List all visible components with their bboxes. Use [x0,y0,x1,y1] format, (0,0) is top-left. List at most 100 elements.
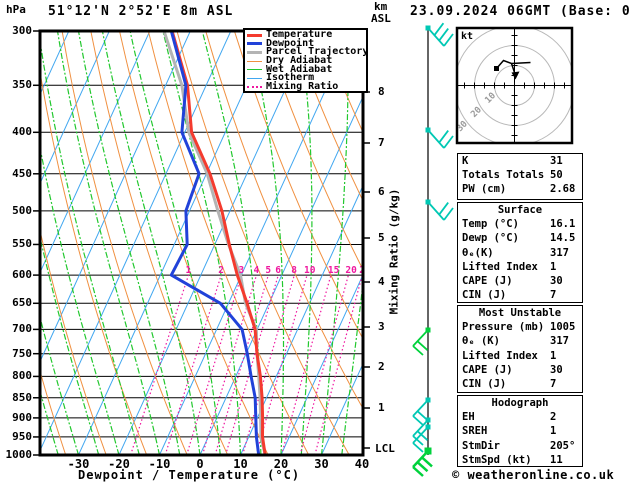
table-row: θₑ (K) 317 [458,334,582,348]
row-label: Totals Totals [462,169,545,182]
row-value: 2.68 [550,183,576,196]
table-row: StmSpd (kt) 11 [458,453,582,467]
wind-barb-0 [425,22,454,47]
table-row: EH 2 [458,410,582,424]
pressure-label-950: 950 [12,429,32,443]
row-value: 11 [550,453,563,466]
row-value: 14.5 [550,232,576,245]
pressure-label-400: 400 [12,125,32,139]
table-row: K 31 [458,154,582,168]
hodo-ring-label-20: 20 [469,105,484,120]
row-value: 30 [550,363,563,376]
wind-barb-feather [416,340,429,351]
km-label-4: 4 [378,275,385,288]
wind-barb-column [412,22,454,477]
row-label: Lifted Index [462,260,538,273]
row-label: Dewp (°C) [462,232,519,245]
row-label: StmDir [462,439,500,452]
pressure-label-500: 500 [12,203,32,217]
mixing-ratio-label-1: 1 [185,265,191,276]
km-label-5: 5 [378,231,385,244]
pressure-label-450: 450 [12,166,32,180]
pressure-label-650: 650 [12,296,32,310]
hodograph-unit-label: kt [461,31,474,42]
table-row: Lifted Index 1 [458,260,582,274]
pressure-label-850: 850 [12,390,32,404]
row-value: 1 [550,349,557,362]
legend-swatch [247,60,262,62]
mixing-ratio-label-8: 8 [291,265,297,276]
mixing-ratio-label-20: 20 [345,265,357,276]
wind-barb-feather [438,202,449,216]
table-indices: K 31 Totals Totals 50 PW (cm) 2.68 [457,153,583,200]
table-row: CIN (J) 7 [458,377,582,391]
km-label-3: 3 [378,320,385,333]
wind-barb-feather [438,28,449,42]
asl-label: ASL [371,12,391,25]
temp-axis-title: Dewpoint / Temperature (°C) [78,468,301,482]
wind-barb-feather [412,415,424,426]
table-title-surface: Surface [497,204,543,216]
row-label: θₑ(K) [462,246,494,259]
table-title-most-unstable: Most Unstable [478,307,562,319]
mixing-ratio-label-6: 6 [275,265,281,276]
km-label-1: 1 [378,401,385,414]
legend-swatch [247,33,262,37]
datetime-title: 23.09.2024 06GMT (Base: 00) [410,4,629,19]
temp-label-30: 30 [314,457,329,471]
pressure-gridlines [40,84,363,438]
legend-swatch [247,42,262,46]
pressure-label-550: 550 [12,237,32,251]
row-value: 317 [550,335,569,348]
table-row: Temp (°C) 16.1 [458,217,582,231]
pressure-label-700: 700 [12,322,32,336]
table-row: Dewp (°C) 14.5 [458,231,582,245]
table-row: Totals Totals 50 [458,168,582,182]
wind-barb-1 [425,127,454,149]
row-label: PW (cm) [462,183,507,196]
hodo-trace-start-marker [494,66,499,71]
row-label: θₑ (K) [462,335,500,348]
legend-swatch [247,50,262,54]
table-row: CAPE (J) 30 [458,363,582,377]
table-row: CAPE (J) 30 [458,274,582,288]
station-title: 51°12'N 2°52'E 8m ASL [48,4,234,19]
row-label: Temp (°C) [462,218,519,231]
km-label-8: 8 [378,85,385,98]
pressure-label-750: 750 [12,346,32,360]
wind-barb-feather [412,466,424,477]
mixing-ratio-label-10: 10 [304,265,316,276]
mixing-ratio-label-4: 4 [253,265,259,276]
dry-adiabat-340 [263,32,362,269]
wet-adiabat--10 [57,32,160,454]
wet-adiabat-30 [321,32,349,454]
isotherm-10 [240,186,362,454]
row-value: 30 [550,274,563,287]
wind-barb-feather [443,33,454,47]
wind-barb-feather [433,22,445,36]
table-row: PW (cm) 2.68 [458,182,582,196]
row-label: K [462,155,469,167]
table-row: θₑ(K) 317 [458,246,582,260]
row-value: 1 [550,260,557,273]
row-value: 317 [550,246,569,259]
km-label-2: 2 [378,360,385,373]
wind-barb-feather [443,207,454,221]
row-label: CIN (J) [462,289,507,302]
copyright-footer: © weatheronline.co.uk [452,468,615,482]
table-title-hodograph-stats: Hodograph [491,397,549,409]
isotherm--30 [78,32,272,454]
dry-adiabat-290 [119,32,269,454]
km-label-7: 7 [378,136,385,149]
mixing-ratio-label-5: 5 [265,265,271,276]
legend-swatch [247,69,262,71]
mixing-ratio-labels: 1 2 3 4 5 6 8 10 15 20 25 [185,265,362,276]
temp-label-40: 40 [354,457,370,471]
km-label-6: 6 [378,185,385,198]
pressure-label-300: 300 [12,24,32,37]
row-value: 7 [550,377,557,390]
table-row: StmDir 205° [458,439,582,453]
row-value: 31 [550,155,563,167]
row-value: 16.1 [550,218,576,231]
table-surface: Surface Temp (°C) 16.1 Dewp (°C) 14.5 θₑ(K) 31… [457,202,583,303]
